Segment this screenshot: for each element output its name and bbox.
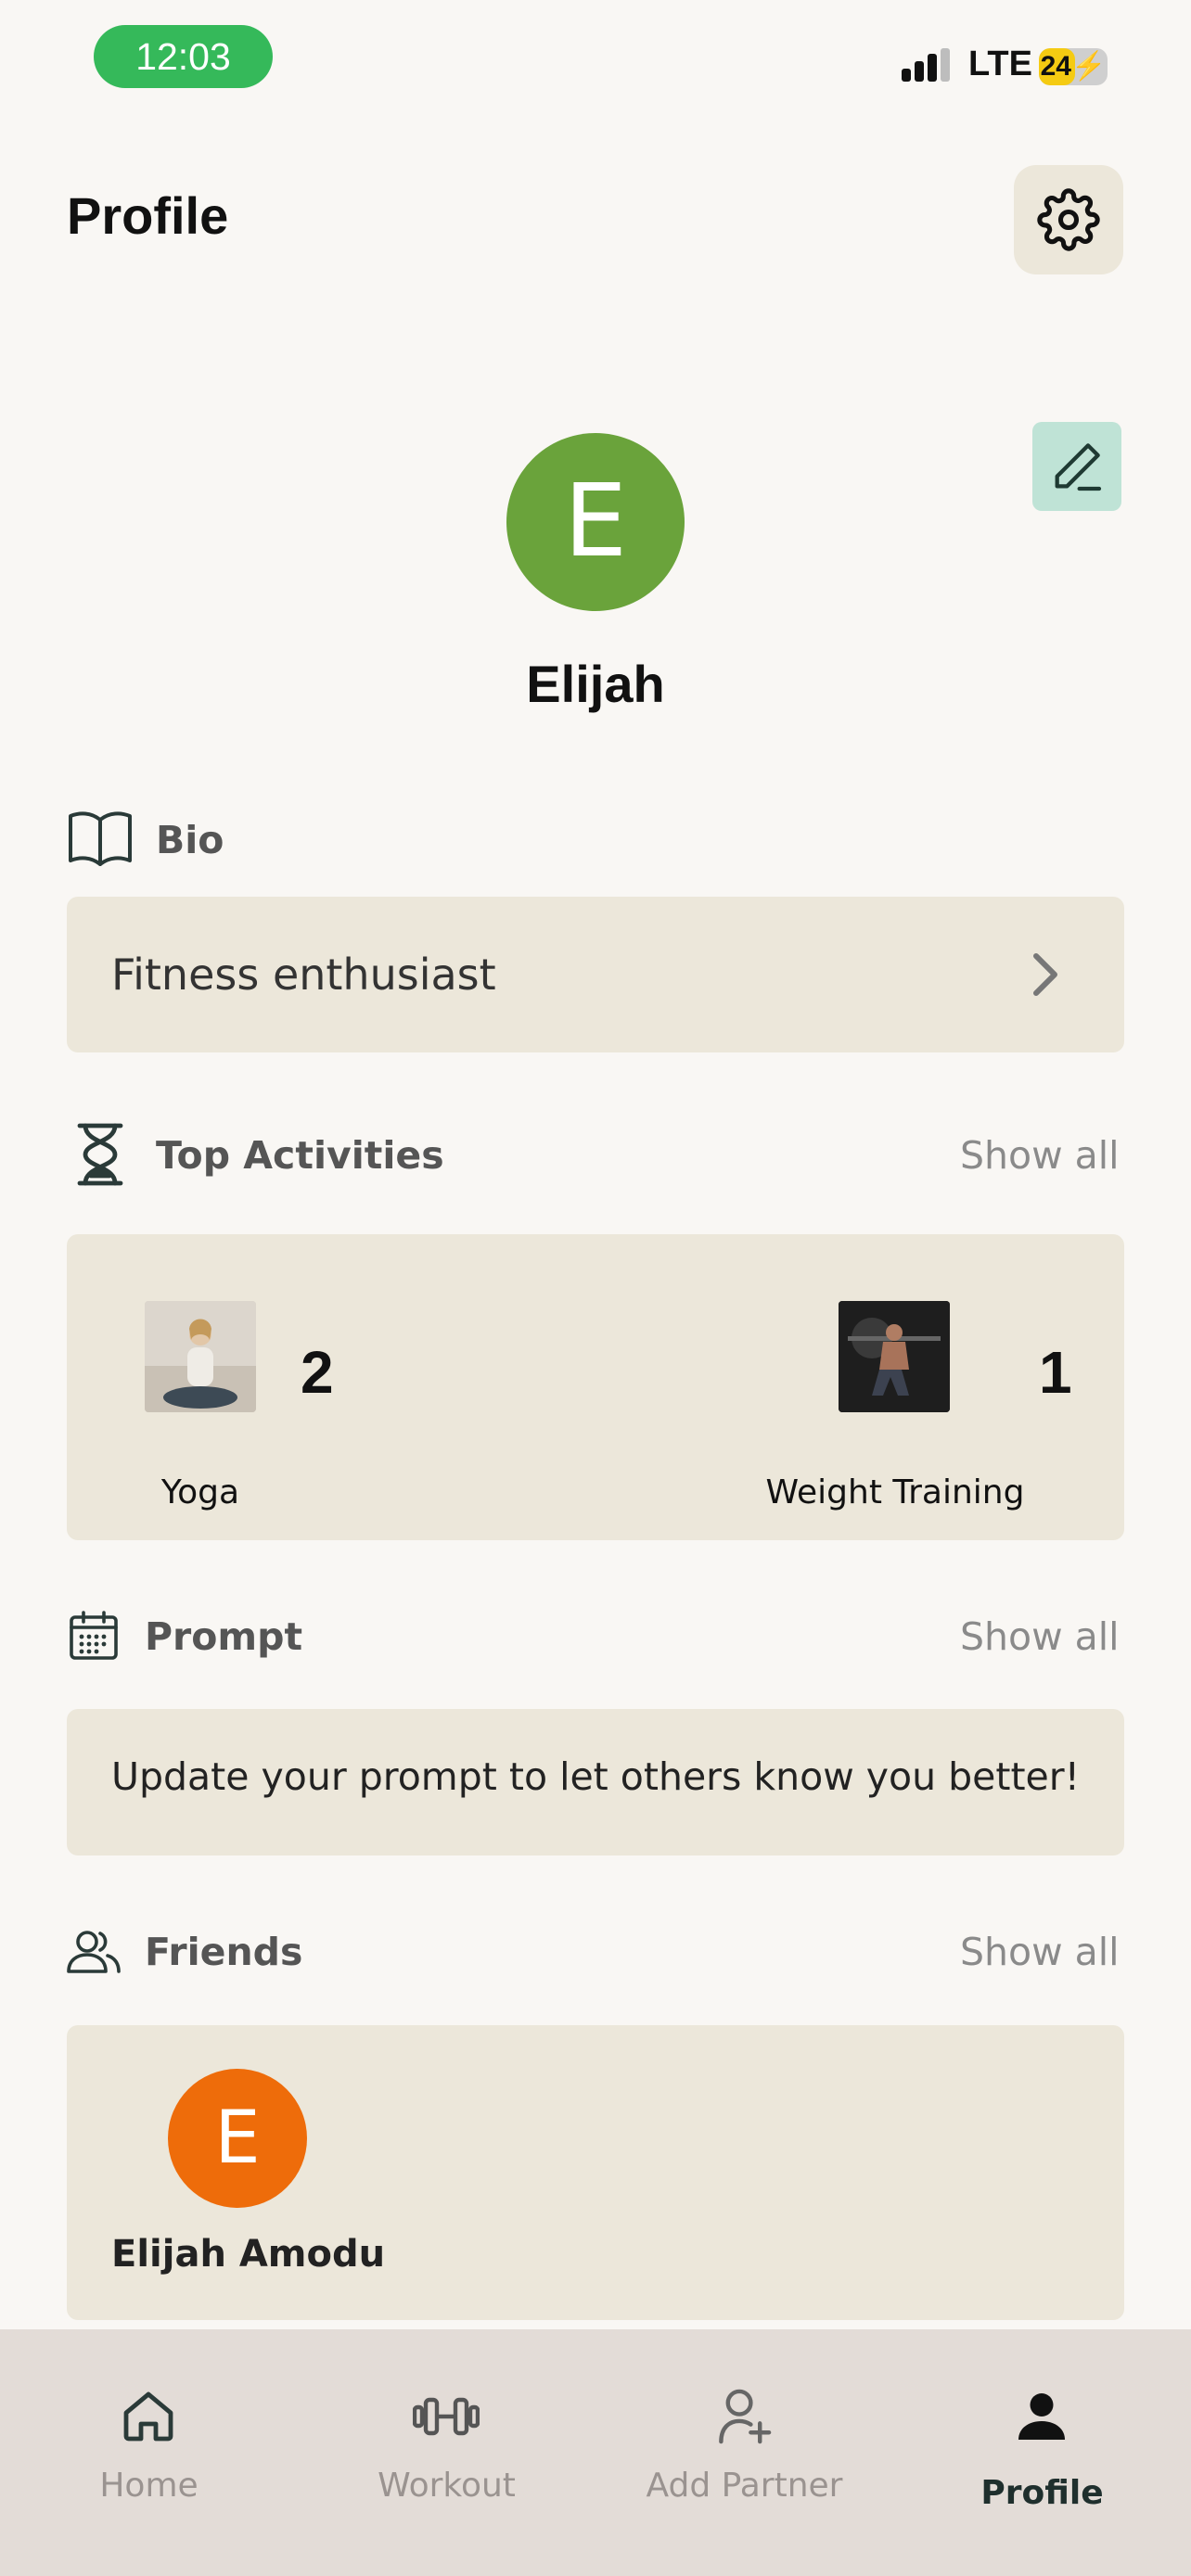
yoga-thumbnail: [145, 1301, 256, 1412]
status-time: 12:03: [94, 25, 273, 88]
profile-name: Elijah: [526, 655, 665, 713]
settings-button[interactable]: [1014, 165, 1123, 274]
hourglass-icon: [77, 1123, 123, 1186]
activity-name: Weight Training: [765, 1473, 1025, 1511]
pencil-icon: [1055, 443, 1102, 491]
top-activities-card: 2 Yoga 1 Weight Training: [67, 1234, 1124, 1540]
friends-label: Friends: [145, 1930, 303, 1974]
bio-card[interactable]: Fitness enthusiast: [67, 897, 1124, 1052]
prompt-text: Update your prompt to let others know yo…: [111, 1754, 1081, 1799]
calendar-icon: [70, 1611, 118, 1660]
activity-count: 1: [1039, 1339, 1072, 1406]
activity-name: Yoga: [160, 1473, 240, 1511]
chevron-right-icon: [1033, 953, 1057, 996]
profile-avatar[interactable]: E: [506, 433, 685, 611]
book-icon: [69, 811, 132, 866]
friend-avatar[interactable]: E: [168, 2069, 307, 2208]
battery-indicator: 24⚡: [1039, 48, 1108, 85]
nav-label: Profile: [980, 2474, 1104, 2512]
nav-workout[interactable]: Workout: [298, 2329, 596, 2576]
battery-text: 24: [1040, 51, 1071, 82]
nav-label: Add Partner: [646, 2467, 843, 2505]
add-user-icon: [719, 2389, 772, 2444]
gear-icon: [1037, 188, 1100, 251]
nav-label: Workout: [378, 2467, 516, 2505]
prompt-show-all[interactable]: Show all: [960, 1614, 1120, 1659]
nav-label: Home: [99, 2467, 198, 2505]
weight-training-thumbnail: [839, 1301, 950, 1412]
prompt-label: Prompt: [145, 1614, 303, 1659]
edit-profile-button[interactable]: [1032, 422, 1121, 511]
nav-home[interactable]: Home: [0, 2329, 298, 2576]
users-icon: [67, 1931, 121, 1973]
bottom-nav: Home Workout Add Partner Profile: [0, 2329, 1191, 2576]
activity-count: 2: [301, 1339, 334, 1406]
nav-add-partner[interactable]: Add Partner: [596, 2329, 893, 2576]
person-icon: [1018, 2393, 1065, 2440]
friends-show-all[interactable]: Show all: [960, 1930, 1120, 1974]
bio-text: Fitness enthusiast: [111, 950, 496, 1000]
friend-name[interactable]: Elijah Amodu: [111, 2233, 385, 2276]
dumbbell-icon: [413, 2397, 480, 2436]
nav-profile[interactable]: Profile: [893, 2329, 1191, 2576]
home-icon: [123, 2391, 173, 2442]
signal-icon: [902, 48, 950, 82]
bio-label: Bio: [156, 818, 224, 862]
page-title: Profile: [67, 186, 229, 245]
network-label: LTE: [968, 45, 1032, 83]
top-activities-label: Top Activities: [156, 1133, 444, 1178]
top-activities-show-all[interactable]: Show all: [960, 1133, 1120, 1178]
